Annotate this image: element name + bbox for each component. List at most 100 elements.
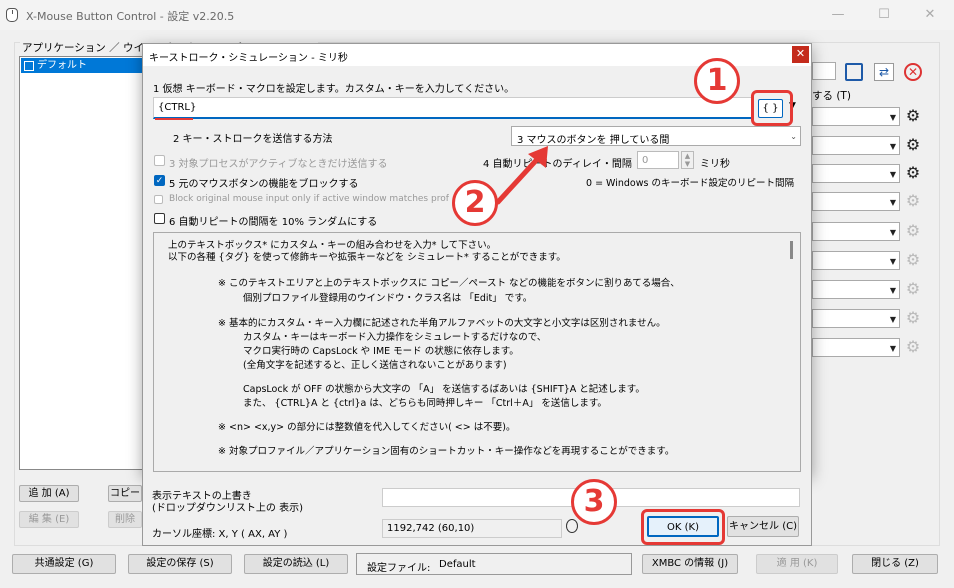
keys-underline-marker [155,118,193,120]
help-line: (全角文字を記述すると、正しく送信されないことがあります) [243,360,507,371]
button-action-combo-7[interactable]: ▼ [812,280,900,299]
cancel-button[interactable]: キャンセル (C) [727,516,799,537]
repeat-delay-input[interactable]: 0 [637,151,679,169]
display-text-label-2: (ドロップダウンリスト上の 表示) [152,503,303,514]
opt6-label: 6 自動リピートの間隔を 10% ランダムにする [169,217,378,228]
keys-input-value: {CTRL} [158,102,197,113]
chevron-down-icon: ▼ [889,142,896,151]
help-line: ※ このテキストエリアと上のテキストボックスに コピー／ペースト などの機能をボ… [218,278,680,289]
cursor-coords-field: 1192,742 (60,10) [382,519,562,538]
gear-icon[interactable]: ⚙ [904,164,922,182]
button-action-combo-2[interactable]: ▼ [812,136,900,155]
gear-icon[interactable]: ⚙ [904,136,922,154]
help-line: 以下の各種 {タグ} を使って修飾キーや拡張キーなどを シミュレート* すること… [168,252,566,263]
help-text-area[interactable]: 上のテキストボックス* にカスタム・キーの組み合わせを入力* して下さい。 以下… [153,232,801,472]
keystroke-dialog: キーストローク・シミュレーション - ミリ秒 ✕ 1 仮想 キーボード・マクロを… [142,43,812,503]
remove-icon[interactable]: ✕ [904,63,922,81]
profile-name-field[interactable] [812,62,836,80]
help-line: ※ <n> <x,y> の部分には整数値を代入してください( <> は不要)。 [218,422,516,433]
chevron-down-icon: ▼ [889,170,896,179]
help-line: ※ 対象プロファイル／アプリケーション固有のショートカット・キー操作などを再現す… [218,446,675,457]
gear-icon[interactable]: ⚙ [904,309,922,327]
keys-input[interactable]: {CTRL} [153,97,753,119]
swap-icon[interactable]: ⇄ [874,63,894,81]
step-marker: 3 [571,479,617,525]
tag-button-highlight [751,90,793,126]
gear-icon[interactable]: ⚙ [904,280,922,298]
help-line: マクロ実行時の CapsLock や IME モード の状態に依存します。 [243,346,519,357]
dialog-close-icon[interactable]: ✕ [792,46,809,63]
option-label: する (T) [812,90,851,102]
button-action-combo-5[interactable]: ▼ [812,222,900,241]
copy-button[interactable]: コピー [108,485,142,502]
button-action-combo-8[interactable]: ▼ [812,309,900,328]
profile-list[interactable]: デフォルト [19,56,145,470]
chevron-down-icon: ▼ [889,257,896,266]
opt-block-label: Block original mouse input only if activ… [169,194,449,204]
opt6-checkbox[interactable] [154,213,165,224]
settings-file-value: Default [439,559,476,570]
profile-default-checkbox[interactable] [24,61,34,71]
apply-button[interactable]: 適 用 (K) [756,554,838,574]
window-title: X-Mouse Button Control - 設定 v2.20.5 [26,10,235,23]
repeat-delay-value: 0 [642,155,649,166]
minimize-icon[interactable]: — [818,4,858,26]
delete-button[interactable]: 削除 [108,511,142,528]
chevron-down-icon: ▼ [889,198,896,207]
help-line: また、 {CTRL}A と {ctrl}a は、どちらも同時押しキー 「Ctrl… [243,398,607,409]
opt5-checkbox[interactable]: ✓ [154,175,165,186]
profile-default-label: デフォルト [37,60,87,71]
button-action-combo-6[interactable]: ▼ [812,251,900,270]
help-line: CapsLock が OFF の状態から大文字の 「A」 を送信するばあいは {… [243,384,645,395]
opt-block-checkbox[interactable] [154,195,163,204]
help-line: ※ 基本的にカスタム・キー入力欄に記述された半角アルファベットの大文字と小文字は… [218,318,666,329]
chevron-down-icon: ⌄ [790,132,797,141]
copy-icon[interactable] [845,63,863,81]
gear-icon[interactable]: ⚙ [904,192,922,210]
gear-icon[interactable]: ⚙ [904,222,922,240]
repeat-delay-spinner[interactable]: ▲ ▼ [681,151,694,169]
help-line: 個別プロファイル登録用のウインドウ・クラス名は 「Edit」 です。 [243,293,533,304]
chevron-down-icon: ▼ [889,228,896,237]
app-mouse-icon [6,8,18,22]
step1-label: 1 仮想 キーボード・マクロを設定します。カスタム・キーを入力してください。 [153,84,515,95]
chevron-down-icon: ▼ [889,113,896,122]
close-button[interactable]: 閉じる (Z) [852,554,938,574]
opt3-label: 3 対象プロセスがアクティブなときだけ送信する [169,159,388,170]
chevron-down-icon: ▼ [889,344,896,353]
add-button[interactable]: 追 加 (A) [19,485,79,502]
edit-button[interactable]: 編 集 (E) [19,511,79,528]
profile-item-default[interactable]: デフォルト [21,58,143,73]
help-line: カスタム・キーはキーボード入力操作をシミュレートするだけなので、 [243,332,547,343]
settings-file-box: 設定ファイル: Default [356,553,632,575]
button-action-combo-4[interactable]: ▼ [812,192,900,211]
opt4-note: 0 = Windows のキーボード設定のリピート間隔 [586,178,794,189]
opt5-label: 5 元のマウスボタンの機能をブロックする [169,179,359,190]
arrow-icon [495,146,548,205]
xmbc-info-button[interactable]: XMBC の情報 (J) [642,554,738,574]
step-marker: 1 [694,58,740,104]
opt3-checkbox[interactable] [154,155,165,166]
save-settings-button[interactable]: 設定の保存 (S) [128,554,232,574]
scrollbar-thumb[interactable] [790,241,793,259]
dialog-title: キーストローク・シミュレーション - ミリ秒 [149,53,348,64]
gear-icon[interactable]: ⚙ [904,251,922,269]
settings-file-label: 設定ファイル: [367,563,431,574]
common-settings-button[interactable]: 共通設定 (G) [12,554,116,574]
step2-label: 2 キー・ストロークを送信する方法 [173,134,333,145]
button-action-combo-1[interactable]: ▼ [812,107,900,126]
crosshair-icon[interactable] [566,519,578,533]
close-icon[interactable]: ✕ [910,4,950,26]
load-settings-button[interactable]: 設定の読込 (L) [244,554,348,574]
ok-button-highlight [641,509,725,545]
button-action-combo-9[interactable]: ▼ [812,338,900,357]
cursor-coords-label: カーソル座標: X, Y ( AX, AY ) [152,529,288,540]
chevron-down-icon: ▼ [889,286,896,295]
chevron-down-icon: ▼ [889,315,896,324]
opt4-unit: ミリ秒 [700,159,730,170]
button-action-combo-3[interactable]: ▼ [812,164,900,183]
maximize-icon[interactable]: ☐ [864,4,904,26]
gear-icon[interactable]: ⚙ [904,338,922,356]
cursor-coords-value: 1192,742 (60,10) [387,523,475,534]
gear-icon[interactable]: ⚙ [904,107,922,125]
